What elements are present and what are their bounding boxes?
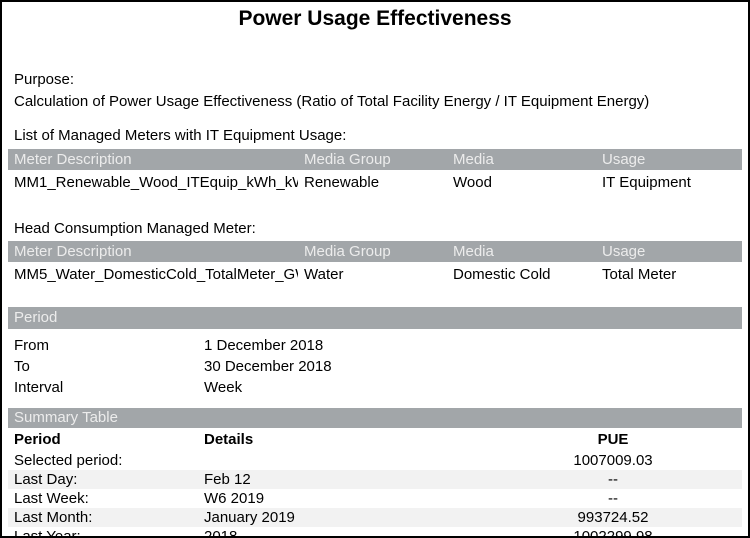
media-cell: Wood (447, 170, 596, 195)
purpose-label: Purpose: (8, 70, 742, 90)
column-header-usage: Usage (596, 241, 742, 262)
column-header-meter-description: Meter Description (8, 149, 298, 170)
summary-pue-cell: -- (484, 470, 742, 489)
table-row: Selected period: 1007009.03 (8, 451, 742, 470)
meters-table-caption: List of Managed Meters with IT Equipment… (8, 126, 742, 146)
usage-cell: Total Meter (596, 262, 742, 287)
period-interval-value: Week (204, 379, 242, 396)
table-row: MM1_Renewable_Wood_ITEquip_kWh_kWh Renew… (8, 170, 742, 195)
meters-table: Meter Description Media Group Media Usag… (8, 149, 742, 195)
column-header-media: Media (447, 149, 596, 170)
report-page: Power Usage Effectiveness Purpose: Calcu… (0, 0, 750, 538)
period-to-value: 30 December 2018 (204, 358, 332, 375)
summary-period-cell: Last Week: (8, 489, 198, 508)
period-from-value: 1 December 2018 (204, 337, 323, 354)
period-to-label: To (14, 356, 204, 377)
summary-details-cell: 2018 (198, 527, 484, 538)
meter-description-cell: MM5_Water_DomesticCold_TotalMeter_GWh_G (8, 262, 298, 287)
head-meter-table: Meter Description Media Group Media Usag… (8, 241, 742, 287)
usage-cell: IT Equipment (596, 170, 742, 195)
period-row-from: From1 December 2018 (8, 335, 742, 356)
summary-header-row: Period Details PUE (8, 428, 742, 451)
summary-column-period: Period (8, 428, 198, 451)
summary-period-cell: Last Day: (8, 470, 198, 489)
column-header-media-group: Media Group (298, 149, 447, 170)
period-rows: From1 December 2018 To30 December 2018 I… (8, 335, 742, 398)
summary-details-cell: Feb 12 (198, 470, 484, 489)
column-header-media: Media (447, 241, 596, 262)
media-group-cell: Water (298, 262, 447, 287)
table-row: Last Day: Feb 12 -- (8, 470, 742, 489)
summary-pue-cell: -- (484, 489, 742, 508)
summary-period-cell: Selected period: (8, 451, 198, 470)
media-group-cell: Renewable (298, 170, 447, 195)
table-row: Last Week: W6 2019 -- (8, 489, 742, 508)
summary-pue-cell: 993724.52 (484, 508, 742, 527)
table-row: Last Year: 2018 1002299.98 (8, 527, 742, 538)
meters-table-header-row: Meter Description Media Group Media Usag… (8, 149, 742, 170)
summary-column-details: Details (198, 428, 484, 451)
media-cell: Domestic Cold (447, 262, 596, 287)
column-header-usage: Usage (596, 149, 742, 170)
table-row: MM5_Water_DomesticCold_TotalMeter_GWh_G … (8, 262, 742, 287)
summary-pue-cell: 1002299.98 (484, 527, 742, 538)
period-interval-label: Interval (14, 377, 204, 398)
column-header-media-group: Media Group (298, 241, 447, 262)
period-section-header: Period (8, 307, 742, 329)
column-header-meter-description: Meter Description (8, 241, 298, 262)
purpose-text: Calculation of Power Usage Effectiveness… (8, 92, 742, 112)
table-row: Last Month: January 2019 993724.52 (8, 508, 742, 527)
summary-section-header: Summary Table (8, 408, 742, 428)
summary-details-cell: W6 2019 (198, 489, 484, 508)
summary-period-cell: Last Month: (8, 508, 198, 527)
summary-column-pue: PUE (484, 428, 742, 451)
summary-pue-cell: 1007009.03 (484, 451, 742, 470)
summary-details-cell (198, 451, 484, 470)
period-row-interval: IntervalWeek (8, 377, 742, 398)
page-title: Power Usage Effectiveness (8, 6, 742, 32)
summary-table: Period Details PUE Selected period: 1007… (8, 428, 742, 538)
period-from-label: From (14, 335, 204, 356)
meter-description-cell: MM1_Renewable_Wood_ITEquip_kWh_kWh (8, 170, 298, 195)
summary-details-cell: January 2019 (198, 508, 484, 527)
head-meter-table-header-row: Meter Description Media Group Media Usag… (8, 241, 742, 262)
summary-period-cell: Last Year: (8, 527, 198, 538)
period-row-to: To30 December 2018 (8, 356, 742, 377)
head-meter-table-caption: Head Consumption Managed Meter: (8, 220, 742, 238)
